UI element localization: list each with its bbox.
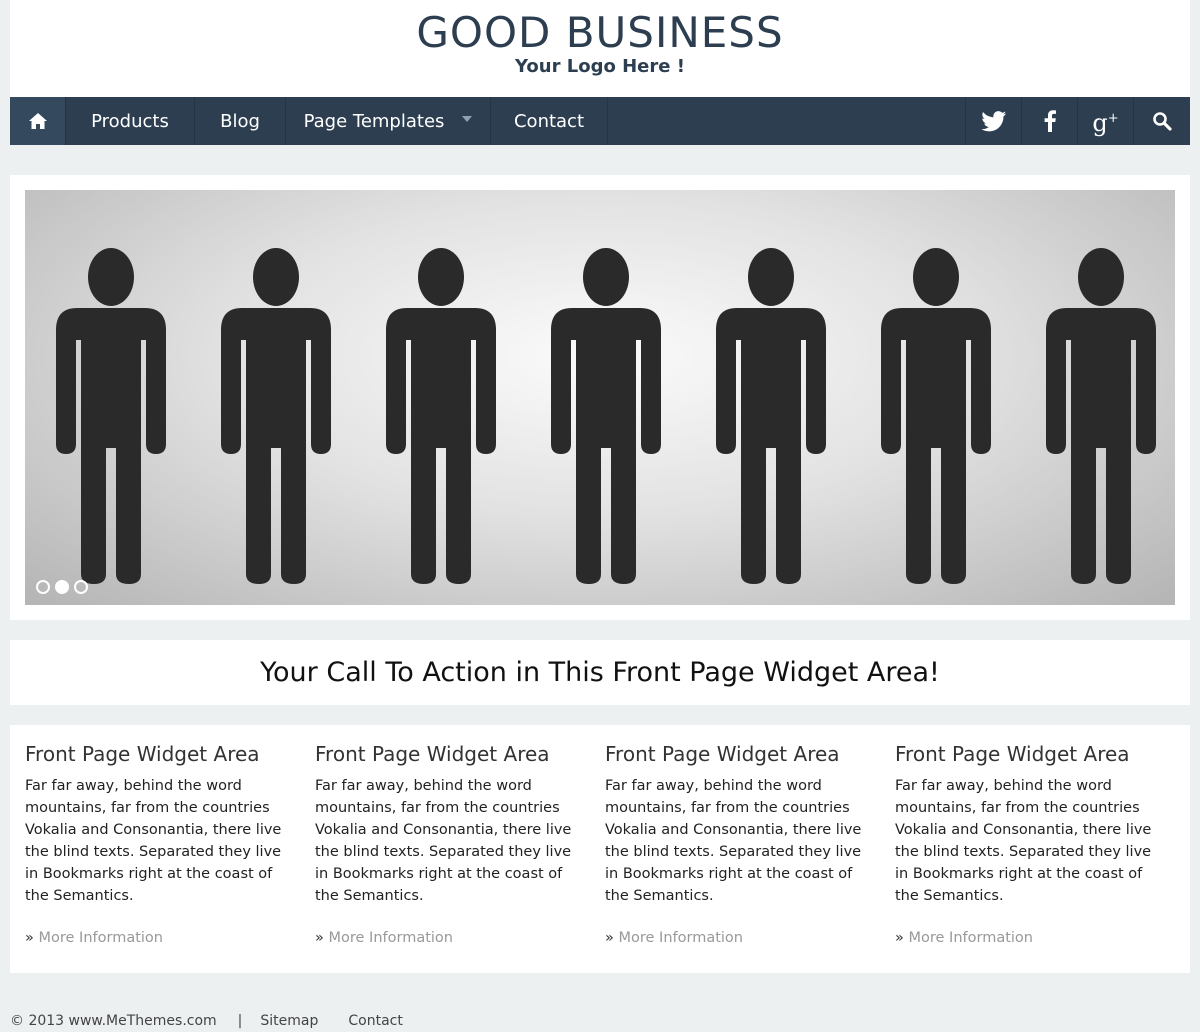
widget-link-line: » More Information	[605, 930, 870, 946]
widget-body: Far far away, behind the word mountains,…	[605, 778, 862, 904]
nav-spacer	[608, 97, 966, 145]
nav-item-contact[interactable]: Contact	[491, 97, 608, 145]
search-button[interactable]	[1134, 97, 1190, 145]
chevron-down-icon	[462, 116, 473, 122]
main-nav: Products Blog Page Templates Contact g+	[10, 97, 1190, 145]
cta-text: Your Call To Action in This Front Page W…	[260, 657, 940, 688]
widget-title: Front Page Widget Area	[25, 742, 260, 766]
widget: Front Page Widget Area Far far away, beh…	[25, 741, 290, 946]
twitter-icon	[980, 110, 1006, 131]
more-information-link[interactable]: More Information	[328, 930, 453, 946]
slider-dot-3[interactable]	[74, 580, 88, 594]
nav-home[interactable]	[10, 97, 66, 145]
person-silhouette	[716, 248, 826, 584]
nav-item-products[interactable]: Products	[66, 97, 195, 145]
nav-item-blog[interactable]: Blog	[195, 97, 286, 145]
widget: Front Page Widget Area Far far away, beh…	[315, 741, 580, 946]
more-information-link[interactable]: More Information	[38, 930, 163, 946]
nav-item-label: Products	[91, 110, 169, 132]
link-prefix: »	[895, 930, 904, 946]
link-prefix: »	[315, 930, 324, 946]
call-to-action: Your Call To Action in This Front Page W…	[10, 640, 1190, 705]
facebook-icon	[1044, 110, 1056, 132]
widget-body: Far far away, behind the word mountains,…	[895, 778, 1152, 904]
google-plus-icon: g+	[1092, 109, 1119, 137]
site-tagline: Your Logo Here !	[515, 56, 685, 77]
widget-area: Front Page Widget Area Far far away, beh…	[10, 725, 1190, 973]
footer-link-contact[interactable]: Contact	[348, 1013, 402, 1029]
link-prefix: »	[25, 930, 34, 946]
copyright-text: © 2013 www.MeThemes.com	[10, 1013, 217, 1029]
image-slider	[10, 175, 1190, 620]
more-information-link[interactable]: More Information	[618, 930, 743, 946]
person-silhouette	[1046, 248, 1156, 584]
slider-dot-1[interactable]	[36, 580, 50, 594]
site-header: GOOD BUSINESS Your Logo Here !	[10, 0, 1190, 97]
person-silhouette	[56, 248, 166, 584]
footer-link-sitemap[interactable]: Sitemap	[260, 1013, 318, 1029]
more-information-link[interactable]: More Information	[908, 930, 1033, 946]
widget: Front Page Widget Area Far far away, beh…	[895, 741, 1160, 946]
widget-body: Far far away, behind the word mountains,…	[315, 778, 572, 904]
widget: Front Page Widget Area Far far away, beh…	[605, 741, 870, 946]
widget-title: Front Page Widget Area	[315, 742, 550, 766]
widget-body: Far far away, behind the word mountains,…	[25, 778, 282, 904]
site-footer: © 2013 www.MeThemes.com | Sitemap Contac…	[10, 1012, 403, 1030]
person-silhouette	[221, 248, 331, 584]
widget-link-line: » More Information	[895, 930, 1160, 946]
widget-link-line: » More Information	[315, 930, 580, 946]
facebook-button[interactable]	[1022, 97, 1078, 145]
google-plus-button[interactable]: g+	[1078, 97, 1134, 145]
person-silhouette	[881, 248, 991, 584]
nav-item-label: Contact	[513, 110, 585, 132]
home-icon	[28, 113, 47, 129]
slider-pagination	[36, 580, 88, 594]
nav-item-label: Blog	[220, 110, 260, 132]
search-icon	[1153, 112, 1172, 131]
widget-title: Front Page Widget Area	[605, 742, 840, 766]
footer-separator: |	[237, 1013, 243, 1029]
widget-title: Front Page Widget Area	[895, 742, 1130, 766]
person-silhouette	[386, 248, 496, 584]
link-prefix: »	[605, 930, 614, 946]
slide-image	[25, 190, 1175, 605]
person-silhouette	[551, 248, 661, 584]
slider-dot-2[interactable]	[55, 580, 69, 594]
nav-item-label: Page Templates	[303, 110, 445, 132]
nav-item-page-templates[interactable]: Page Templates	[286, 97, 491, 145]
site-title[interactable]: GOOD BUSINESS	[10, 8, 1190, 58]
twitter-button[interactable]	[966, 97, 1022, 145]
widget-link-line: » More Information	[25, 930, 290, 946]
